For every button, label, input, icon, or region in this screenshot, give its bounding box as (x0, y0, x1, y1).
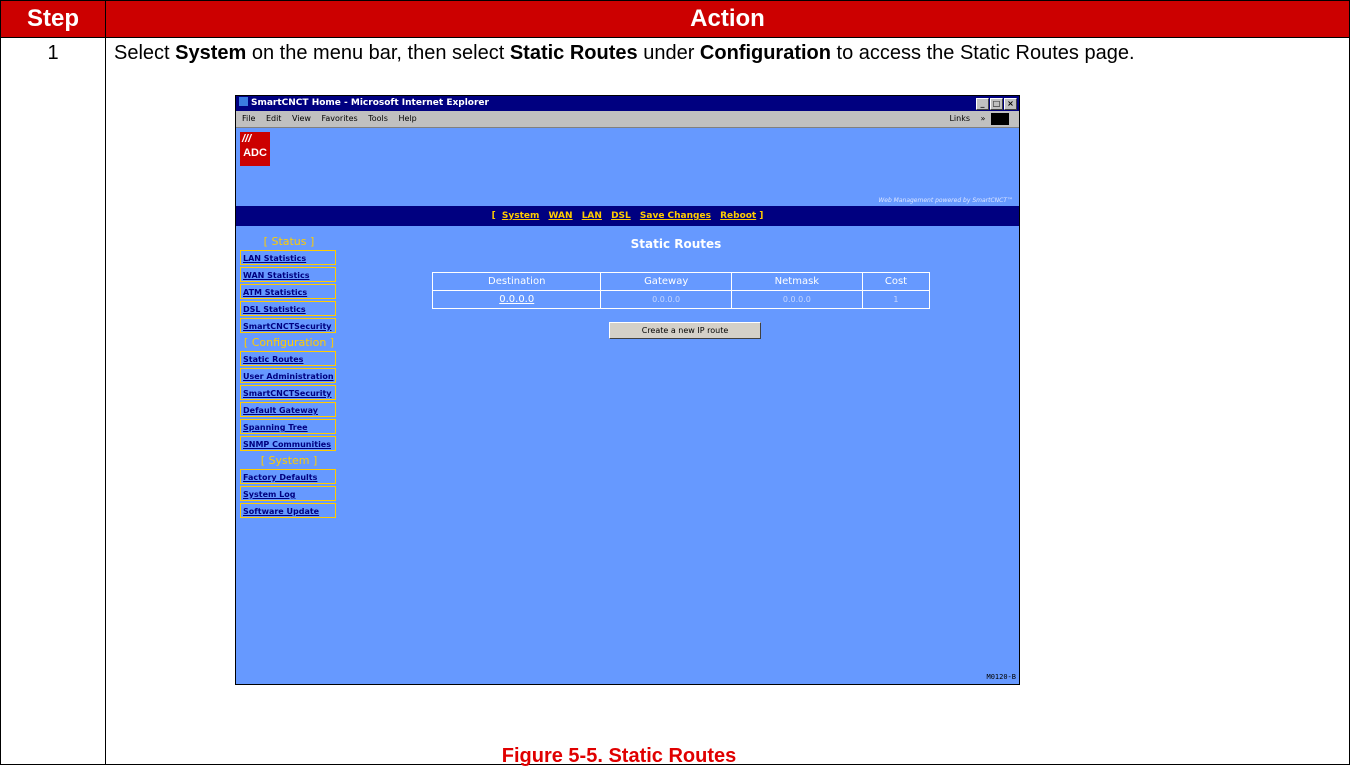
instruction-text: under (637, 42, 700, 64)
windows-logo-icon (991, 112, 1009, 125)
sidebar-item-atm-statistics[interactable]: ATM Statistics (240, 284, 336, 299)
ie-icon (239, 97, 248, 106)
col-gateway: Gateway (600, 272, 732, 291)
sidebar-item-lan-statistics[interactable]: LAN Statistics (240, 250, 336, 265)
browser-screenshot: SmartCNCT Home - Microsoft Internet Expl… (235, 95, 1020, 685)
sidebar-item-user-administration[interactable]: User Administration (240, 368, 336, 383)
sidebar-item-software-update[interactable]: Software Update (240, 503, 336, 518)
route-gateway: 0.0.0.0 (600, 290, 732, 309)
table-row: 0.0.0.0 0.0.0.0 0.0.0.0 1 (431, 290, 931, 309)
top-nav-bar: [ System WAN LAN DSL Save Changes Reboot… (236, 206, 1019, 226)
sidebar-item-default-gateway[interactable]: Default Gateway (240, 402, 336, 417)
routes-table: Destination Gateway Netmask Cost 0.0.0.0… (431, 272, 931, 309)
menu-help[interactable]: Help (398, 114, 416, 123)
col-destination: Destination (431, 272, 602, 291)
menu-edit[interactable]: Edit (266, 114, 282, 123)
menu-tools[interactable]: Tools (368, 114, 388, 123)
nav-system[interactable]: System (502, 211, 540, 221)
instruction-bold-configuration: Configuration (699, 42, 831, 64)
instruction-text: to access the Static Routes page. (831, 42, 1135, 64)
links-label: Links (949, 114, 971, 123)
sidebar-item-static-routes[interactable]: Static Routes (240, 351, 336, 366)
nav-wan[interactable]: WAN (549, 211, 573, 221)
action-column-header: Action (105, 0, 1350, 38)
web-page: ///ADC Web Management powered by SmartCN… (236, 128, 1019, 684)
sidebar-item-factory-defaults[interactable]: Factory Defaults (240, 469, 336, 484)
instruction-text: Select (114, 42, 176, 64)
col-cost: Cost (861, 272, 931, 291)
sidebar-item-spanning-tree[interactable]: Spanning Tree (240, 419, 336, 434)
route-netmask: 0.0.0.0 (730, 290, 863, 309)
adc-logo: ///ADC (240, 132, 270, 166)
page-title: Static Routes (630, 237, 722, 251)
step-instruction: Select System on the menu bar, then sele… (114, 40, 1324, 67)
sidebar-item-smartcnct-security-config[interactable]: SmartCNCTSecurity (240, 385, 336, 400)
menu-favorites[interactable]: Favorites (322, 114, 358, 123)
route-destination-link[interactable]: 0.0.0.0 (431, 290, 602, 309)
menu-view[interactable]: View (292, 114, 311, 123)
section-system: [ System ] (260, 454, 318, 467)
nav-save-changes[interactable]: Save Changes (640, 211, 711, 221)
section-configuration: [ Configuration ] (243, 336, 335, 349)
create-ip-route-button[interactable]: Create a new IP route (609, 322, 761, 339)
figure-code: M0120-B (986, 673, 1016, 681)
minimize-icon[interactable]: _ (976, 98, 989, 110)
browser-title-bar: SmartCNCT Home - Microsoft Internet Expl… (236, 96, 1019, 111)
maximize-icon[interactable]: □ (990, 98, 1003, 110)
instruction-text: on the menu bar, then select (246, 42, 510, 64)
window-buttons: _ □ × (976, 98, 1017, 110)
instruction-bold-static-routes: Static Routes (509, 42, 638, 64)
nav-dsl[interactable]: DSL (611, 211, 631, 221)
logo-marks: /// (242, 133, 252, 145)
powered-by-text: Web Management powered by SmartCNCT™ (878, 197, 1013, 204)
links-toolbar[interactable]: Links » (949, 112, 1017, 126)
nav-reboot[interactable]: Reboot (720, 211, 756, 221)
section-status: [ Status ] (263, 235, 315, 248)
sidebar-item-snmp-communities[interactable]: SNMP Communities (240, 436, 336, 451)
nav-lan[interactable]: LAN (582, 211, 602, 221)
close-icon[interactable]: × (1004, 98, 1017, 110)
col-netmask: Netmask (730, 272, 863, 291)
browser-menu-bar: File Edit View Favorites Tools Help Link… (236, 111, 1019, 128)
step-column-header: Step (0, 0, 106, 38)
sidebar-item-wan-statistics[interactable]: WAN Statistics (240, 267, 336, 282)
browser-title: SmartCNCT Home - Microsoft Internet Expl… (251, 98, 489, 108)
route-cost: 1 (861, 290, 931, 309)
sidebar: [ Status ] LAN Statistics WAN Statistics… (240, 234, 338, 520)
step-number: 1 (0, 37, 106, 765)
sidebar-item-system-log[interactable]: System Log (240, 486, 336, 501)
sidebar-item-dsl-statistics[interactable]: DSL Statistics (240, 301, 336, 316)
sidebar-item-smartcnct-security-status[interactable]: SmartCNCTSecurity (240, 318, 336, 333)
instruction-bold-system: System (175, 42, 247, 64)
